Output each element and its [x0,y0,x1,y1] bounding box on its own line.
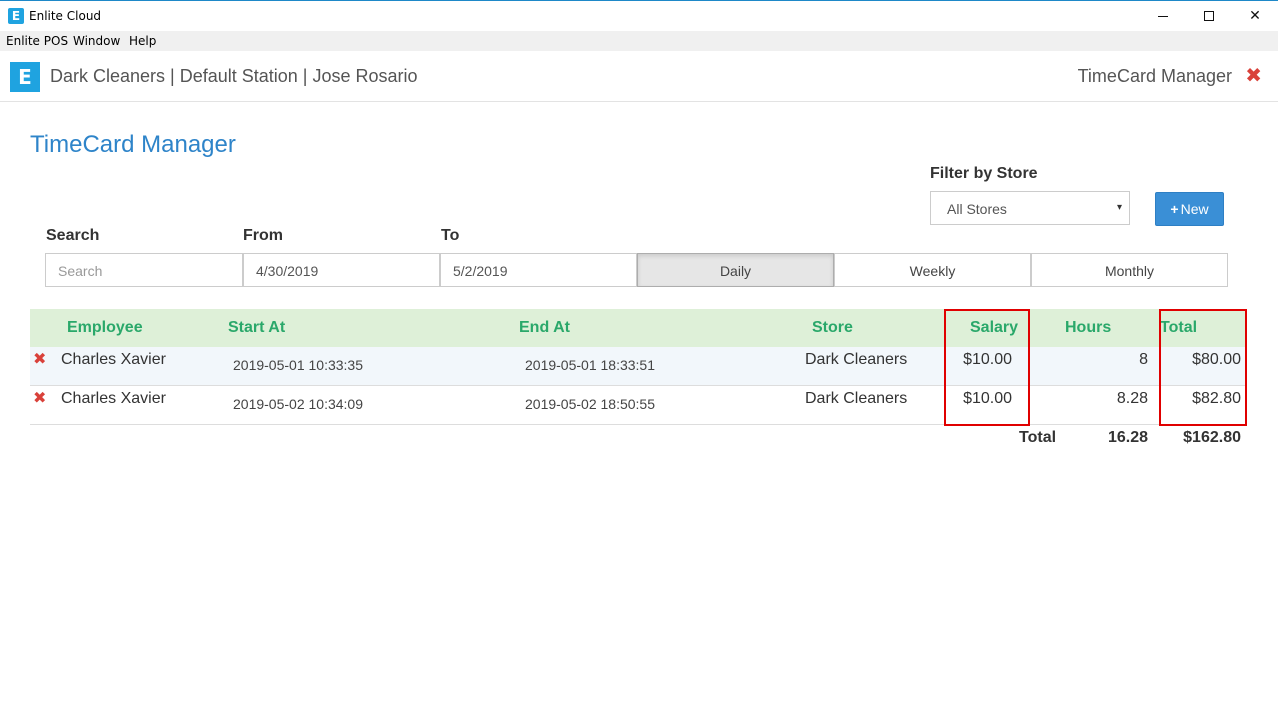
search-input[interactable]: Search [45,253,243,287]
from-date-input[interactable]: 4/30/2019 [243,253,440,287]
totals-label: Total [1019,429,1057,446]
menu-bar: Enlite POS Window Help [0,31,1278,51]
column-employee: Employee [67,319,143,336]
column-hours: Hours [1065,319,1112,336]
period-monthly-button[interactable]: Monthly [1031,253,1228,287]
store-select[interactable]: All Stores ▾ [930,191,1130,225]
start-at-cell: 2019-05-01 10:33:35 [233,357,363,373]
store-select-value: All Stores [947,201,1007,217]
employee-cell: Charles Xavier [61,351,166,368]
hours-cell: 8.28 [1116,390,1148,407]
delete-icon[interactable]: ✖ [33,349,46,369]
employee-cell: Charles Xavier [61,390,166,407]
new-button-label: New [1180,201,1209,217]
to-date-input[interactable]: 5/2/2019 [440,253,637,287]
close-module-icon[interactable]: ✖ [1245,63,1262,88]
total-highlight-box [1159,309,1247,426]
window-titlebar: E Enlite Cloud ✕ [0,0,1278,31]
minimize-icon [1158,15,1168,17]
app-icon: E [8,8,24,24]
table-row[interactable]: ✖ Charles Xavier 2019-05-02 10:34:09 201… [30,386,1245,425]
maximize-icon [1204,11,1214,21]
start-at-cell: 2019-05-02 10:34:09 [233,396,363,412]
totals-amount: $162.80 [1183,429,1241,446]
store-cell: Dark Cleaners [805,351,908,368]
menu-enlite-pos[interactable]: Enlite POS [6,34,68,48]
table-row[interactable]: ✖ Charles Xavier 2019-05-01 10:33:35 201… [30,347,1245,386]
salary-highlight-box [944,309,1030,426]
hours-cell: 8 [1139,351,1148,368]
menu-help[interactable]: Help [129,34,156,48]
delete-icon[interactable]: ✖ [33,388,46,408]
table-header: Employee Start At End At Store Salary Ho… [30,309,1245,347]
enlite-logo: E [10,62,40,92]
context-breadcrumb: Dark Cleaners | Default Station | Jose R… [50,66,418,86]
column-store: Store [812,319,853,336]
window-title: Enlite Cloud [29,9,102,23]
module-title: TimeCard Manager [1077,66,1232,86]
menu-window[interactable]: Window [73,34,120,48]
store-cell: Dark Cleaners [805,390,908,407]
app-header: E Dark Cleaners | Default Station | Jose… [0,51,1278,102]
period-weekly-button[interactable]: Weekly [834,253,1031,287]
from-label: From [243,227,283,244]
search-label: Search [46,227,100,244]
close-icon: ✕ [1249,8,1261,24]
column-end-at: End At [519,319,570,336]
maximize-button[interactable] [1186,1,1232,32]
new-button[interactable]: + New [1155,192,1224,226]
chevron-down-icon: ▾ [1116,202,1122,213]
page-title: TimeCard Manager [30,131,236,158]
filter-by-store-label: Filter by Store [930,165,1038,182]
plus-icon: + [1170,201,1179,217]
end-at-cell: 2019-05-02 18:50:55 [525,396,655,412]
to-label: To [441,227,460,244]
period-daily-button[interactable]: Daily [637,253,834,287]
column-start-at: Start At [228,319,286,336]
minimize-button[interactable] [1140,1,1186,32]
end-at-cell: 2019-05-01 18:33:51 [525,357,655,373]
totals-hours: 16.28 [1107,429,1148,446]
window-close-button[interactable]: ✕ [1232,1,1278,32]
